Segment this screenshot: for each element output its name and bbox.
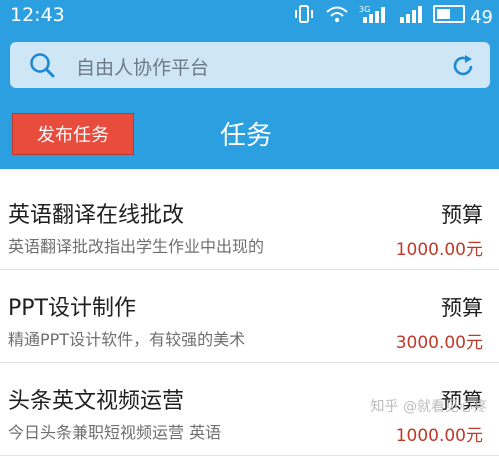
task-budget-label: 预算 xyxy=(441,203,483,227)
search-icon xyxy=(28,51,56,79)
status-bar: 12:43 3G 49 xyxy=(0,0,499,33)
task-description: 今日头条兼职短视频运营 英语 xyxy=(8,423,222,442)
page-header: 发布任务 任务 xyxy=(0,97,499,169)
task-price: 1000.00元 xyxy=(395,426,483,446)
signal-bars-icon xyxy=(399,4,423,28)
task-price: 3000.00元 xyxy=(395,333,483,353)
task-description: 英语翻译批改指出学生作业中出现的 xyxy=(8,237,265,256)
battery-indicator: 49 xyxy=(433,4,493,28)
task-title: 头条英文视频运营 xyxy=(8,389,185,414)
task-price: 1000.00元 xyxy=(395,240,483,260)
network-type: 3G xyxy=(359,5,370,14)
refresh-icon[interactable] xyxy=(450,53,476,79)
status-time: 12:43 xyxy=(10,4,65,26)
task-budget-label: 预算 xyxy=(441,296,483,320)
publish-task-button[interactable]: 发布任务 xyxy=(12,113,134,155)
signal-icon: 3G xyxy=(359,3,389,29)
search-bar: 自由人协作平台 xyxy=(0,33,499,97)
wifi-icon xyxy=(325,4,349,28)
task-title: PPT设计制作 xyxy=(8,296,136,321)
task-title: 英语翻译在线批改 xyxy=(8,203,185,228)
status-icons: 3G 49 xyxy=(293,3,493,29)
task-item[interactable]: PPT设计制作 精通PPT设计软件，有较强的美术 预算 3000.00元 xyxy=(0,270,499,363)
search-placeholder: 自由人协作平台 xyxy=(76,57,210,79)
battery-icon xyxy=(433,4,465,23)
search-input[interactable]: 自由人协作平台 xyxy=(10,42,490,88)
page-title: 任务 xyxy=(220,121,273,151)
vibrate-icon xyxy=(293,4,315,28)
watermark: 知乎 @就看见心疼 xyxy=(370,399,487,415)
task-item[interactable]: 英语翻译在线批改 英语翻译批改指出学生作业中出现的 预算 1000.00元 xyxy=(0,177,499,270)
battery-level: 49 xyxy=(470,6,493,28)
task-description: 精通PPT设计软件，有较强的美术 xyxy=(8,330,246,349)
